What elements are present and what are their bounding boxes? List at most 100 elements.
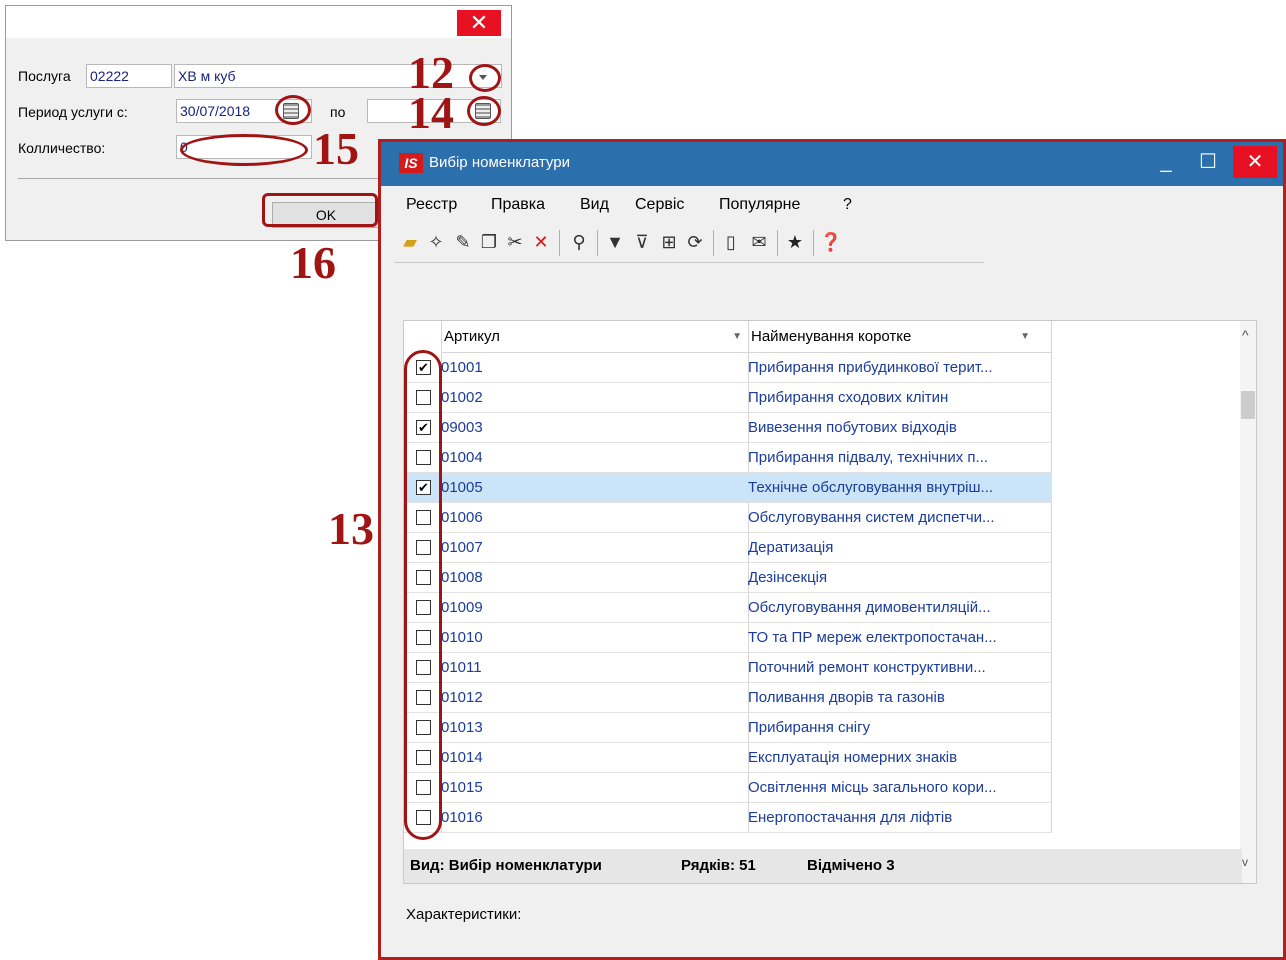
period-label: Период услуги с: <box>18 104 128 120</box>
grid-settings-icon[interactable]: ⊞ <box>657 230 681 254</box>
annotation-circle-12 <box>469 64 501 92</box>
article-cell: 01014 <box>441 749 483 766</box>
open-folder-icon[interactable]: ▰ <box>398 230 422 254</box>
table-row[interactable]: 01007 Дератизація <box>404 533 1052 563</box>
article-cell: 09003 <box>441 419 483 436</box>
annotation-rect-16 <box>262 193 378 227</box>
dialog-close-button[interactable]: ✕ <box>457 10 501 36</box>
toolbar-separator <box>559 230 560 256</box>
refresh-icon[interactable]: ⟳ <box>683 230 707 254</box>
table-row[interactable]: 01002 Прибирання сходових клітин <box>404 383 1052 413</box>
characteristics-label: Характеристики: <box>406 906 522 923</box>
annotation-circle-calendar <box>275 95 311 125</box>
new-item-icon[interactable]: ✧ <box>424 230 448 254</box>
table-row[interactable]: 01006 Обслуговування систем диспетчи... <box>404 503 1052 533</box>
scroll-down-icon[interactable]: v <box>1242 855 1248 869</box>
column-header-name[interactable]: Найменування коротке ▼ <box>748 321 1052 353</box>
window-titlebar: IS Вибір номенклатури _ ☐ ✕ <box>381 142 1283 186</box>
table-row[interactable]: ✔ 01001 Прибирання прибудинкової терит... <box>404 353 1052 383</box>
toolbar-separator <box>777 230 778 256</box>
window-close-button[interactable]: ✕ <box>1233 146 1277 178</box>
copy-icon[interactable]: ❐ <box>477 230 501 254</box>
status-rows: Рядків: 51 <box>681 857 756 874</box>
service-label: Послуга <box>18 68 71 84</box>
article-cell: 01004 <box>441 449 483 466</box>
table-row[interactable]: 01015 Освітлення місць загального кори... <box>404 773 1052 803</box>
table-row[interactable]: 01010 ТО та ПР мереж електропостачан... <box>404 623 1052 653</box>
scroll-up-icon[interactable]: ^ <box>1242 327 1249 343</box>
edit-item-icon[interactable]: ✎ <box>451 230 475 254</box>
article-cell: 01006 <box>441 509 483 526</box>
sort-arrow-icon[interactable]: ▼ <box>1020 321 1030 353</box>
document-icon[interactable]: ▯ <box>719 230 743 254</box>
table-row[interactable]: 01012 Поливання дворів та газонів <box>404 683 1052 713</box>
toolbar-separator <box>597 230 598 256</box>
menu-item-edit[interactable]: Правка <box>491 196 545 214</box>
annotation-15: 15 <box>313 123 359 174</box>
dialog-titlebar: ✕ <box>6 6 511 38</box>
article-cell: 01005 <box>441 479 483 496</box>
toolbar-separator <box>813 230 814 256</box>
annotation-circle-14 <box>467 96 501 126</box>
annotation-13: 13 <box>328 503 374 554</box>
table-row[interactable]: 01009 Обслуговування димовентиляцій... <box>404 593 1052 623</box>
filter-icon[interactable]: ▼ <box>603 230 627 254</box>
status-bar: Вид: Вибір номенклатури Рядків: 51 Відмі… <box>404 849 1242 883</box>
article-cell: 01011 <box>441 659 482 676</box>
mail-icon[interactable]: ✉ <box>747 230 771 254</box>
table-row[interactable]: 01004 Прибирання підвалу, технічних п... <box>404 443 1052 473</box>
vertical-scrollbar[interactable]: ^ v <box>1240 321 1256 883</box>
menu-item-view[interactable]: Вид <box>580 196 609 214</box>
article-cell: 01010 <box>441 629 483 646</box>
menu-item-service[interactable]: Сервіс <box>635 196 684 214</box>
table-row[interactable]: 01008 Дезінсекція <box>404 563 1052 593</box>
table-row[interactable]: ✔ 01005 Технічне обслуговування внутріш... <box>404 473 1052 503</box>
star-icon[interactable]: ★ <box>783 230 807 254</box>
delete-mark-icon[interactable]: ✂ <box>503 230 527 254</box>
name-cell: Технічне обслуговування внутріш... <box>748 479 994 496</box>
table-row[interactable]: 01011 Поточний ремонт конструктивни... <box>404 653 1052 683</box>
annotation-ellipse-13 <box>404 350 442 840</box>
minimize-button[interactable]: _ <box>1145 146 1187 178</box>
clear-filter-icon[interactable]: ⊽ <box>630 230 654 254</box>
name-cell: Обслуговування димовентиляцій... <box>748 599 991 616</box>
column-header-article[interactable]: Артикул ▼ <box>441 321 748 353</box>
search-icon[interactable]: ⚲ <box>567 230 591 254</box>
annotation-14: 14 <box>408 87 454 138</box>
quantity-label: Колличество: <box>18 140 106 156</box>
name-cell: Вивезення побутових відходів <box>748 419 957 436</box>
name-cell: Дезінсекція <box>748 569 828 586</box>
article-cell: 01012 <box>441 689 483 706</box>
name-cell: Експлуатація номерних знаків <box>748 749 958 766</box>
service-name-text: ХВ м куб <box>178 68 236 84</box>
article-cell: 01001 <box>441 359 483 376</box>
menu-item-popular[interactable]: Популярне <box>719 196 800 214</box>
table-row[interactable]: ✔ 09003 Вивезення побутових відходів <box>404 413 1052 443</box>
name-cell: Освітлення місць загального кори... <box>748 779 997 796</box>
status-view: Вид: Вибір номенклатури <box>410 857 602 874</box>
menu-item-help[interactable]: ? <box>843 196 852 214</box>
article-cell: 01013 <box>441 719 483 736</box>
scroll-thumb[interactable] <box>1241 391 1255 419</box>
toolbar-separator <box>713 230 714 256</box>
service-code-field[interactable]: 02222 <box>86 64 172 88</box>
article-cell: 01015 <box>441 779 483 796</box>
article-cell: 01008 <box>441 569 483 586</box>
help-icon[interactable]: ❓ <box>819 230 843 254</box>
name-cell: Прибирання сходових клітин <box>748 389 949 406</box>
period-to-label: по <box>330 104 346 120</box>
sort-arrow-icon[interactable]: ▼ <box>732 321 742 353</box>
maximize-button[interactable]: ☐ <box>1187 146 1229 178</box>
table-row[interactable]: 01016 Енергопостачання для ліфтів <box>404 803 1052 833</box>
row-divider <box>404 832 1052 833</box>
nomenclature-grid: Артикул ▼ Найменування коротке ▼ ✔ 01001 П… <box>403 320 1257 884</box>
column-header-name-label: Найменування коротке <box>751 328 912 345</box>
name-cell: Прибирання прибудинкової терит... <box>748 359 993 376</box>
menu-item-register[interactable]: Реєстр <box>406 196 457 214</box>
name-cell: Обслуговування систем диспетчи... <box>748 509 995 526</box>
delete-icon[interactable]: ✕ <box>529 230 553 254</box>
article-cell: 01002 <box>441 389 483 406</box>
annotation-16: 16 <box>290 237 336 288</box>
table-row[interactable]: 01014 Експлуатація номерних знаків <box>404 743 1052 773</box>
table-row[interactable]: 01013 Прибирання снігу <box>404 713 1052 743</box>
